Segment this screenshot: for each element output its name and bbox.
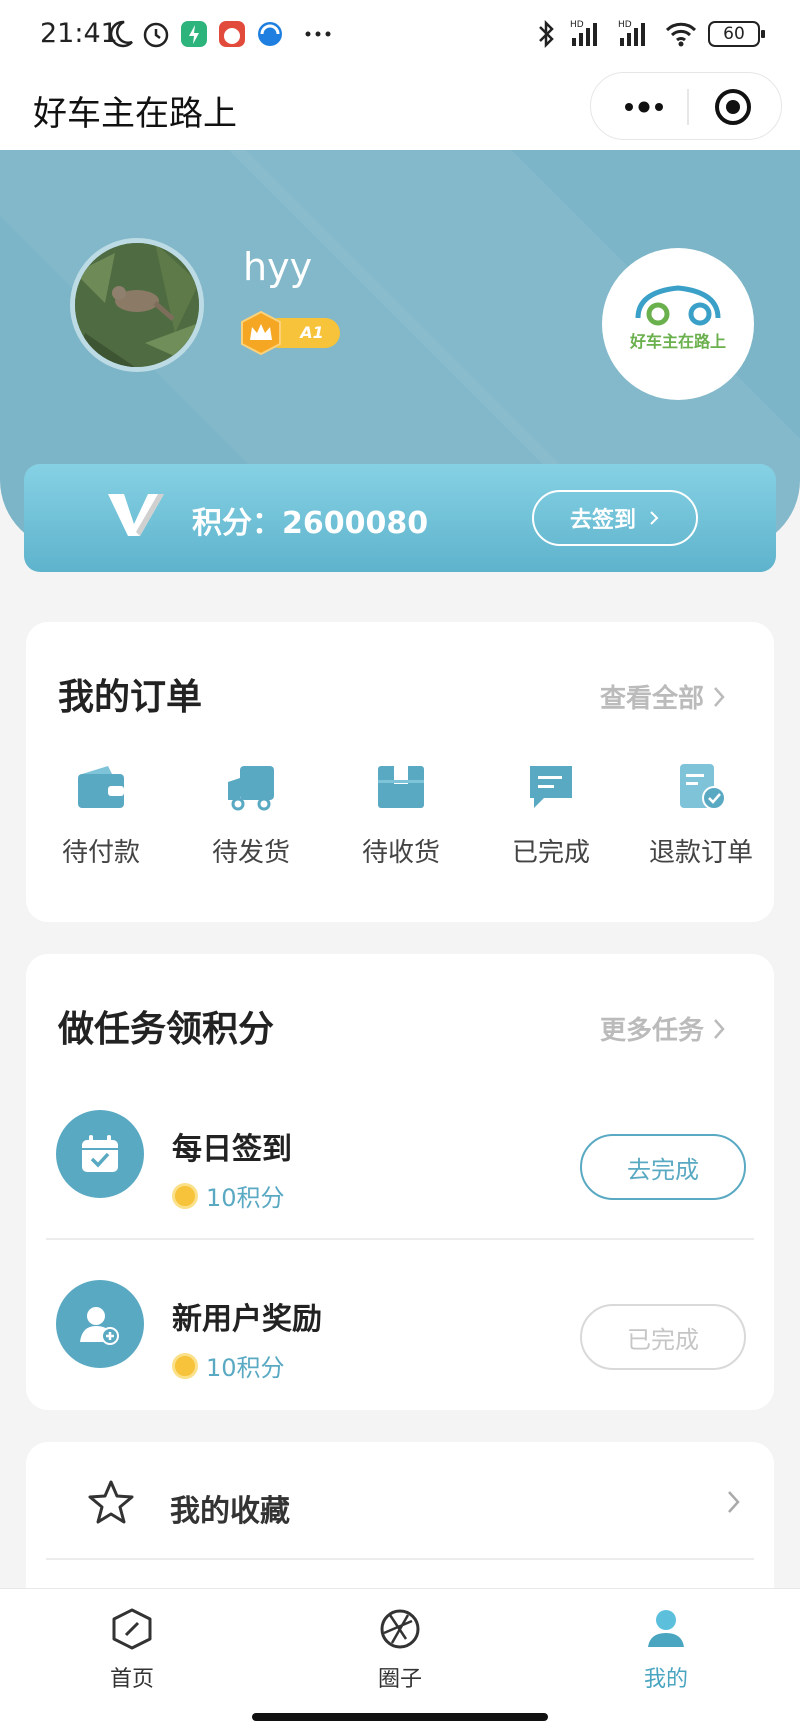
logo-text: 好车主在路上 [629,332,726,351]
order-tab-pending-shipment[interactable]: 待发货 [176,760,326,869]
box-icon [378,766,424,808]
battery-icon: 60 [708,21,765,47]
truck-icon [228,766,274,811]
favorites-label: 我的收藏 [170,1494,290,1529]
tasks-card: 做任务领积分 更多任务 每日签到 10积分 去完成 新用户奖励 10积分 已完成 [26,954,774,1410]
task-icon-circle [56,1110,144,1198]
order-tab-refund[interactable]: 退款订单 [626,760,776,869]
more-tasks-link[interactable]: 更多任务 [600,1010,726,1047]
aperture-icon [380,1609,420,1649]
tab-label: 圈子 [377,1667,422,1692]
level-badge: A1 [238,310,342,356]
avatar[interactable] [70,238,204,372]
browser-icon [258,22,282,46]
order-tab-completed[interactable]: 已完成 [476,760,626,869]
svg-text:HD: HD [618,20,632,30]
task-reward-text: 10积分 [206,1354,285,1382]
more-dots-icon[interactable] [619,93,669,121]
task-reward: 10积分 [172,1348,285,1383]
task-icon-circle [56,1280,144,1368]
divider [46,1558,754,1560]
view-all-orders-link[interactable]: 查看全部 [600,678,726,715]
tab-label: 首页 [109,1667,154,1692]
profile-header: hyy A1 好车主在路上 积分：2600080 去签到 [0,150,800,580]
task-reward: 10积分 [172,1178,285,1213]
home-indicator [252,1713,548,1721]
v-logo-icon [108,494,164,536]
task-reward-text: 10积分 [206,1184,285,1212]
orders-card: 我的订单 查看全部 待付款 待发货 待收货 已完成 退款订单 [26,622,774,922]
username: hyy [243,245,313,289]
status-bar: 21:41 HD HD 60 [0,0,800,70]
avatar-photo [75,243,199,367]
crown-icon [241,310,281,356]
more-tasks-label: 更多任务 [600,1016,705,1046]
moon-icon [109,20,133,48]
task-name: 新用户奖励 [172,1302,322,1337]
tab-home[interactable]: 首页 [52,1607,212,1693]
wallet-icon [78,766,124,808]
task-complete-button[interactable]: 去完成 [580,1134,746,1200]
tab-mine[interactable]: 我的 [586,1607,746,1693]
bottom-tab-bar: 首页 圈子 我的 [0,1588,800,1733]
points-label: 积分：2600080 [192,506,429,541]
bluetooth-icon [539,19,554,49]
order-tab-label: 已完成 [511,838,590,868]
tasks-title: 做任务领积分 [58,1009,275,1050]
star-icon [88,1480,134,1524]
checkin-button[interactable]: 去签到 [532,490,698,546]
task-name: 每日签到 [172,1132,292,1167]
title-bar: 好车主在路上 [0,70,800,150]
signal-icon: HD [618,20,645,46]
user-icon [648,1610,684,1647]
signal-icon: HD [570,20,597,46]
points-bar: 积分：2600080 去签到 [24,464,776,572]
task-row-daily-checkin: 每日签到 10积分 去完成 [26,1068,774,1240]
calendar-check-icon [82,1135,118,1172]
close-target-icon[interactable] [713,87,753,127]
status-indicators: HD HD 60 [534,18,765,50]
car-logo-icon [635,285,721,326]
coin-icon [172,1352,198,1379]
tab-circle[interactable]: 圈子 [320,1607,480,1693]
brand-logo: 好车主在路上 [602,248,754,400]
more-icon [305,31,331,37]
miniapp-capsule [590,72,782,140]
view-all-label: 查看全部 [600,684,705,714]
app-icon [181,21,207,47]
coin-icon [172,1182,198,1209]
wifi-icon [665,22,697,47]
order-tab-label: 待发货 [211,838,290,868]
checkin-button-label: 去签到 [569,508,636,533]
order-tab-label: 待付款 [61,838,140,868]
chevron-right-icon [728,1491,740,1513]
user-add-icon [80,1307,119,1345]
task-row-new-user-reward: 新用户奖励 10积分 已完成 [26,1238,774,1410]
page-title: 好车主在路上 [33,94,237,134]
refund-doc-icon [680,764,726,810]
chevron-right-icon [714,1018,725,1039]
capsule-divider [687,89,689,125]
task-completed-button[interactable]: 已完成 [580,1304,746,1370]
app-icon [219,21,245,47]
order-tab-pending-receipt[interactable]: 待收货 [326,760,476,869]
svg-text:HD: HD [570,20,584,30]
order-tab-label: 退款订单 [648,838,753,868]
order-tab-label: 待收货 [361,838,440,868]
order-tab-pending-payment[interactable]: 待付款 [26,760,176,869]
alarm-icon [143,22,169,48]
chevron-right-icon [714,686,725,707]
message-icon [530,766,572,808]
home-compass-icon [112,1608,152,1650]
chevron-right-icon [650,511,659,525]
orders-title: 我的订单 [58,677,203,718]
tab-label: 我的 [643,1667,688,1692]
